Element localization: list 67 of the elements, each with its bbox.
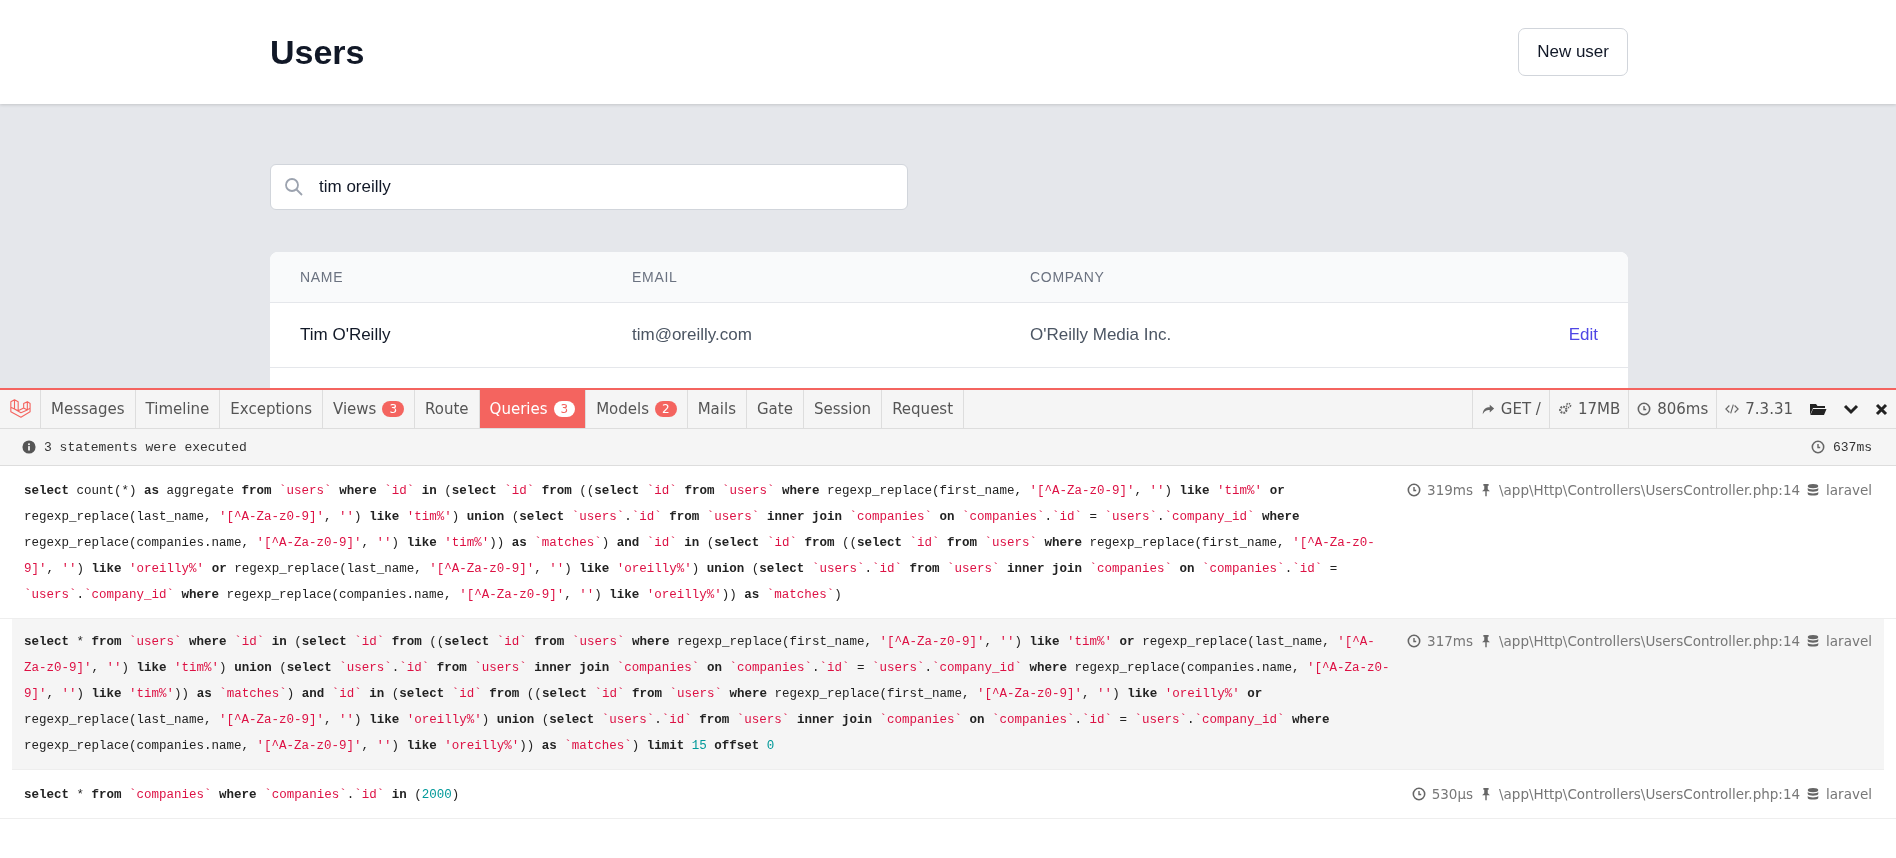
connection-name: laravel <box>1826 482 1872 498</box>
source-path: \app\Http\Controllers\UsersController.php:14 <box>1499 786 1801 802</box>
tab-label: Queries <box>489 400 548 418</box>
debug-tab[interactable]: Request <box>882 390 965 428</box>
sql-statement: select* from `users` where `id` in (select `id` from ((select `id` from `users` where regexp_replace(first_name, '[^A-Za-z0-9]', '') like 'tim%' or regexp_replace(last_name, '[^A-Za-z0-9]', '') like 'tim%') union (select `users`.`id` from `users` inner join `companies` on `companies`.`id` = `users`.`company_id` where regexp_replace(companies.name, '[^A-Za-z0-9]', '') like 'tim%')) as `matches`) and `id` in (select `id` from ((select `id` from `users` where regexp_replace(first_name, '[^A-Za-z0-9]', '') like 'oreilly%' or regexp_replace(last_name, '[^A-Za-z0-9]', '') like 'oreilly%') union (select `users`.`id` from `users` inner join `companies` on `companies`.`id` = `users`.`company_id` where regexp_replace(companies.name, '[^A-Za-z0-9]', '') like 'oreilly%')) as `matches`) limit 15 offset 0 <box>24 634 1391 755</box>
query-duration: 319ms <box>1427 482 1474 498</box>
column-header: COMPANY <box>1030 269 1106 285</box>
total-duration: 637ms <box>1833 439 1872 455</box>
edit-link[interactable]: Edit <box>1568 325 1598 345</box>
indicator-text: 806ms <box>1657 400 1709 418</box>
count-badge: 2 <box>655 401 677 417</box>
tab-label: Views <box>333 400 377 418</box>
close-icon[interactable] <box>1875 402 1888 416</box>
debug-tab[interactable]: Timeline <box>135 390 221 428</box>
tab-label: Timeline <box>145 400 210 418</box>
debug-tab[interactable]: Mails <box>687 390 747 428</box>
info-icon <box>22 440 36 454</box>
clock-icon <box>1411 787 1426 801</box>
tab-label: Messages <box>51 400 125 418</box>
tab-label: Models <box>596 400 649 418</box>
clock-icon <box>1637 402 1652 416</box>
tab-label: Gate <box>756 400 793 418</box>
debug-tab[interactable]: Route <box>415 390 480 428</box>
connection-name: laravel <box>1826 786 1872 802</box>
new-user-button[interactable]: New user <box>1518 28 1628 76</box>
database-icon <box>1806 787 1821 801</box>
database-icon <box>1806 483 1821 497</box>
sql-statement: select count(*) as aggregate from `users` where `id` in (select `id` from ((select `id` from `users` where regexp_replace(first_name, '[^A-Za-z0-9]', '') like 'tim%' or regexp_replace(last_name, '[^A-Za-z0-9]', '') like 'tim%') union (select `users`.`id` from `users` inner join `companies` on `companies`.`id` = `users`.`company_id` where regexp_replace(companies.name, '[^A-Za-z0-9]', '') like 'tim%')) as `matches`) and `id` in (select `id` from ((select `id` from `users` where regexp_replace(first_name, '[^A-Za-z0-9]', '') like 'oreilly%' or regexp_replace(last_name, '[^A-Za-z0-9]', '') like 'oreilly%') union (select `users`.`id` from `users` inner join `companies` on `companies`.`id` = `users`.`company_id` where regexp_replace(companies.name, '[^A-Za-z0-9]', '') like 'oreilly%')) as `matches`) <box>24 483 1376 604</box>
tab-label: Request <box>892 400 954 418</box>
debug-tab[interactable]: Models 2 <box>586 390 688 428</box>
count-badge: 3 <box>382 401 405 417</box>
column-header: EMAIL <box>632 269 679 285</box>
count-badge: 3 <box>553 401 576 417</box>
clock-icon <box>1407 634 1422 648</box>
source-path: \app\Http\Controllers\UsersController.php:14 <box>1499 482 1801 498</box>
query-duration: 317ms <box>1427 633 1474 649</box>
table-cell-text: Tim O'Reilly <box>300 325 392 345</box>
indicator-text: 7.3.31 <box>1745 400 1793 418</box>
tab-label: Route <box>425 400 469 418</box>
share-arrow-icon <box>1480 402 1495 416</box>
debug-tab[interactable]: Session <box>803 390 883 428</box>
code-icon <box>1725 402 1740 416</box>
indicator-text: GET / <box>1500 400 1541 418</box>
tab-label: Exceptions <box>230 400 312 418</box>
tab-label: Session <box>813 400 872 418</box>
status-text: 3 statements were executed <box>44 439 247 455</box>
debug-tab[interactable]: Views 3 <box>323 390 416 428</box>
page-title: Users <box>270 32 365 72</box>
database-icon <box>1806 634 1821 648</box>
folder-icon[interactable] <box>1809 401 1827 417</box>
tab-label: Mails <box>697 400 736 418</box>
clock-icon <box>1407 483 1422 497</box>
table-cell-text: tim@oreilly.com <box>632 325 753 345</box>
chevron-down-icon[interactable] <box>1843 403 1859 415</box>
source-path: \app\Http\Controllers\UsersController.php:14 <box>1499 633 1801 649</box>
debug-tab[interactable]: Gate <box>746 390 804 428</box>
connection-name: laravel <box>1826 633 1872 649</box>
debug-tab[interactable]: Messages <box>41 390 136 428</box>
indicator-text: 17MB <box>1577 400 1621 418</box>
column-header: NAME <box>300 269 345 285</box>
logo-icon[interactable] <box>9 398 31 420</box>
clock-icon <box>1811 440 1825 454</box>
search-field[interactable]: tim oreilly <box>270 164 908 210</box>
query-duration: 530μs <box>1431 786 1474 802</box>
table-cell-text: O'Reilly Media Inc. <box>1030 325 1173 345</box>
sql-statement: select* from `companies` where `companies`.`id` in (2000) <box>24 787 461 804</box>
debug-tab[interactable]: Exceptions <box>220 390 323 428</box>
